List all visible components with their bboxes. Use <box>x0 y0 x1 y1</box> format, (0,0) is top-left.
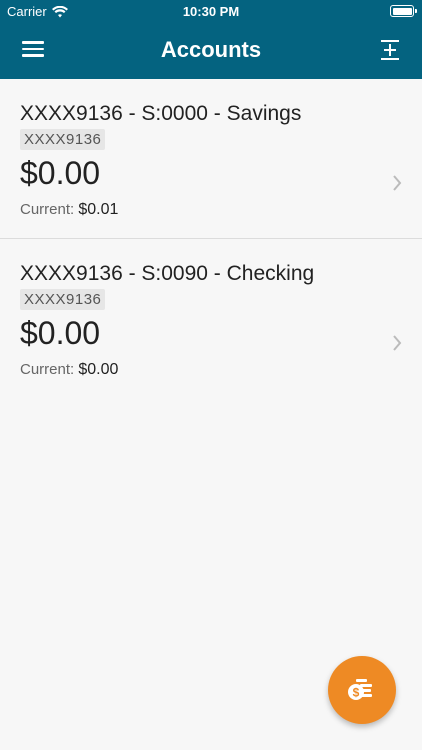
app-header: Carrier 10:30 PM Accounts <box>0 0 422 79</box>
current-label: Current: <box>20 361 75 378</box>
chevron-right-icon <box>393 335 402 351</box>
accounts-screen: Carrier 10:30 PM Accounts XXXX9136 - S:0… <box>0 0 422 750</box>
account-row[interactable]: XXXX9136 - S:0090 - Checking XXXX9136 $0… <box>0 238 422 397</box>
account-name: XXXX9136 - S:0090 - Checking <box>20 262 315 285</box>
current-balance: Current: $0.00 <box>20 361 402 379</box>
account-balance: $0.00 <box>20 155 101 191</box>
transfer-fab-button[interactable]: $ <box>328 656 396 724</box>
add-subtract-button[interactable] <box>380 39 400 61</box>
chevron-right-icon <box>393 175 402 191</box>
battery-icon <box>390 5 417 17</box>
account-name: XXXX9136 - S:0000 - Savings <box>20 102 302 125</box>
status-bar: Carrier 10:30 PM <box>0 0 422 22</box>
current-value: $0.01 <box>78 201 119 218</box>
account-row[interactable]: XXXX9136 - S:0000 - Savings XXXX9136 $0.… <box>0 79 422 238</box>
money-transfer-icon: $ <box>348 679 372 700</box>
status-time: 10:30 PM <box>182 4 240 19</box>
account-tag: XXXX9136 <box>20 289 106 310</box>
account-balance: $0.00 <box>20 315 101 351</box>
account-tag: XXXX9136 <box>20 129 106 150</box>
nav-bar: Accounts <box>0 22 422 79</box>
page-title: Accounts <box>160 37 262 62</box>
current-balance: Current: $0.01 <box>20 201 402 219</box>
current-label: Current: <box>20 201 75 218</box>
current-value: $0.00 <box>78 361 119 378</box>
svg-text:$: $ <box>353 686 360 700</box>
add-subtract-icon <box>381 40 399 60</box>
